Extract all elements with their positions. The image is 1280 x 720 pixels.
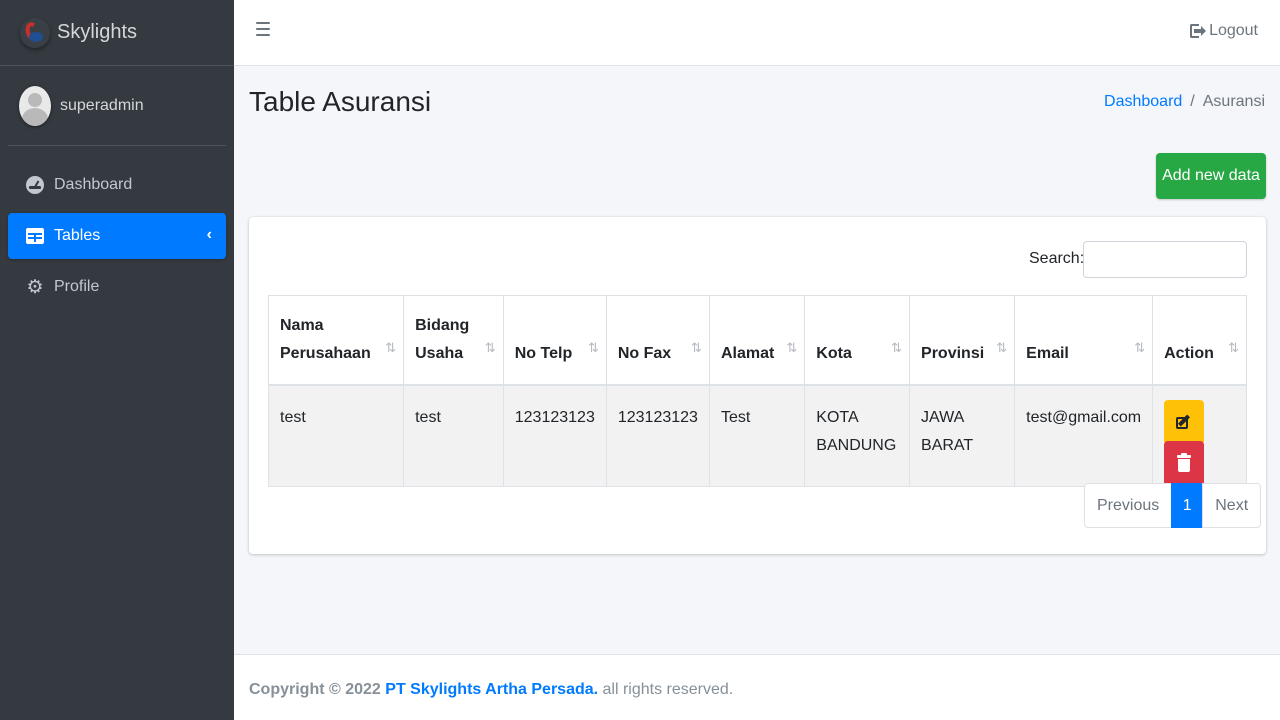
breadcrumb-current: Asuransi <box>1202 93 1265 110</box>
trash-icon <box>1177 453 1192 472</box>
sort-icon: ⇅ <box>786 339 797 355</box>
sidebar-item-label: Profile <box>54 278 100 295</box>
sort-icon: ⇅ <box>691 339 702 355</box>
hamburger-icon[interactable] <box>256 22 270 36</box>
sort-icon: ⇅ <box>996 339 1007 355</box>
sort-icon: ⇅ <box>1134 339 1145 355</box>
brand-link[interactable]: Skylights <box>0 0 234 66</box>
chevron-left-icon: ‹ <box>206 226 212 243</box>
column-header-label: No Fax <box>617 344 672 362</box>
sidebar-item-profile[interactable]: ⚙ Profile <box>8 264 226 310</box>
column-header-bidang-usaha[interactable]: Bidang Usaha ⇅ <box>403 295 504 386</box>
logout-label: Logout <box>1209 22 1258 39</box>
next-page-button[interactable]: Next <box>1202 483 1262 528</box>
table-header-row: Nama Perusahaan ⇅ Bidang Usaha ⇅ No Telp ⇅ No… <box>267 295 1247 386</box>
cell-action <box>1152 384 1247 487</box>
sidebar-item-dashboard[interactable]: Dashboard <box>8 162 226 208</box>
table-icon <box>26 227 44 245</box>
column-header-label: Provinsi <box>921 344 985 362</box>
cell-no-telp: 123123123 <box>502 384 607 487</box>
sort-icon: ⇅ <box>587 339 599 355</box>
column-header-label: Action <box>1164 344 1214 362</box>
breadcrumb-dashboard-link[interactable]: Dashboard <box>1104 93 1182 110</box>
sidebar-item-label: Dashboard <box>54 176 133 193</box>
cell-provinsi: JAWA BARAT <box>909 384 1016 487</box>
column-header-label: Nama <box>280 316 324 334</box>
sidebar: Skylights superadmin Dashboard Tables ‹ … <box>0 0 234 720</box>
insurance-table: Nama Perusahaan ⇅ Bidang Usaha ⇅ No Telp ⇅ No… <box>267 295 1247 487</box>
logout-link[interactable]: Logout <box>1190 22 1258 40</box>
sort-icon: ⇅ <box>891 339 902 355</box>
cell-nama-perusahaan: test <box>267 384 405 487</box>
brand-name: Skylights <box>57 21 138 43</box>
edit-button[interactable] <box>1164 399 1205 445</box>
column-header-label: Usaha <box>415 344 464 362</box>
cell-kota-line2: BANDUNG <box>816 436 897 454</box>
breadcrumb-separator: / <box>1190 93 1195 110</box>
table-row: test test 123123123 123123123 Test KOTA B… <box>267 384 1247 487</box>
user-panel[interactable]: superadmin <box>8 66 226 146</box>
footer-suffix: all rights reserved. <box>598 681 734 698</box>
topbar: Logout <box>234 0 1280 66</box>
avatar <box>19 85 51 126</box>
column-header-label: Bidang <box>415 316 470 334</box>
page-1-button[interactable]: 1 <box>1171 483 1204 528</box>
add-new-data-button[interactable]: Add new data <box>1156 153 1266 199</box>
brand-logo-icon <box>20 17 50 48</box>
sort-icon: ⇅ <box>484 339 496 355</box>
column-header-kota[interactable]: Kota ⇅ <box>804 295 911 386</box>
page-title: Table Asuransi <box>249 86 432 117</box>
sort-icon: ⇅ <box>385 339 396 355</box>
column-header-label: Email <box>1026 344 1069 362</box>
column-header-provinsi[interactable]: Provinsi ⇅ <box>909 295 1016 386</box>
cell-no-fax: 123123123 <box>605 384 710 487</box>
cell-provinsi-line1: JAWA <box>921 408 965 426</box>
column-header-no-telp[interactable]: No Telp ⇅ <box>502 295 607 386</box>
sidebar-nav: Dashboard Tables ‹ ⚙ Profile <box>0 162 234 310</box>
column-header-email[interactable]: Email ⇅ <box>1014 295 1154 386</box>
delete-button[interactable] <box>1164 440 1205 486</box>
column-header-action[interactable]: Action ⇅ <box>1152 295 1247 386</box>
column-header-label: Alamat <box>720 344 775 362</box>
column-header-no-fax[interactable]: No Fax ⇅ <box>605 295 710 386</box>
column-header-label: Perusahaan <box>280 344 371 362</box>
user-name[interactable]: superadmin <box>60 97 144 115</box>
pagination: Previous 1 Next <box>1084 483 1262 528</box>
column-header-alamat[interactable]: Alamat ⇅ <box>708 295 806 386</box>
edit-icon <box>1176 414 1192 430</box>
gear-icon: ⚙ <box>26 276 44 298</box>
footer-copyright: Copyright © 2022 <box>249 681 386 698</box>
previous-page-button[interactable]: Previous <box>1084 483 1173 528</box>
column-header-nama-perusahaan[interactable]: Nama Perusahaan ⇅ <box>267 295 405 386</box>
cell-alamat: Test <box>708 384 806 487</box>
cell-kota-line1: KOTA <box>816 408 859 426</box>
search-label: Search: <box>1029 250 1085 267</box>
breadcrumb: Dashboard / Asuransi <box>1104 93 1265 111</box>
cell-bidang-usaha: test <box>403 384 504 487</box>
data-table-card: Search: Nama Perusahaan ⇅ Bidang Usaha ⇅ No … <box>249 217 1266 554</box>
column-header-label: No Telp <box>514 344 573 362</box>
sidebar-item-label: Tables <box>54 227 101 244</box>
sign-out-icon <box>1190 24 1207 38</box>
dashboard-icon <box>26 176 44 194</box>
cell-provinsi-line2: BARAT <box>921 436 974 454</box>
column-header-label: Kota <box>816 344 852 362</box>
footer: Copyright © 2022 PT Skylights Artha Pers… <box>234 654 1280 720</box>
sort-icon: ⇅ <box>1228 339 1239 355</box>
sidebar-item-tables[interactable]: Tables ‹ <box>8 213 226 259</box>
cell-email: test@gmail.com <box>1014 384 1154 487</box>
cell-kota: KOTA BANDUNG <box>804 384 911 487</box>
footer-company-link[interactable]: PT Skylights Artha Persada. <box>385 681 598 698</box>
search-input[interactable] <box>1083 241 1247 278</box>
